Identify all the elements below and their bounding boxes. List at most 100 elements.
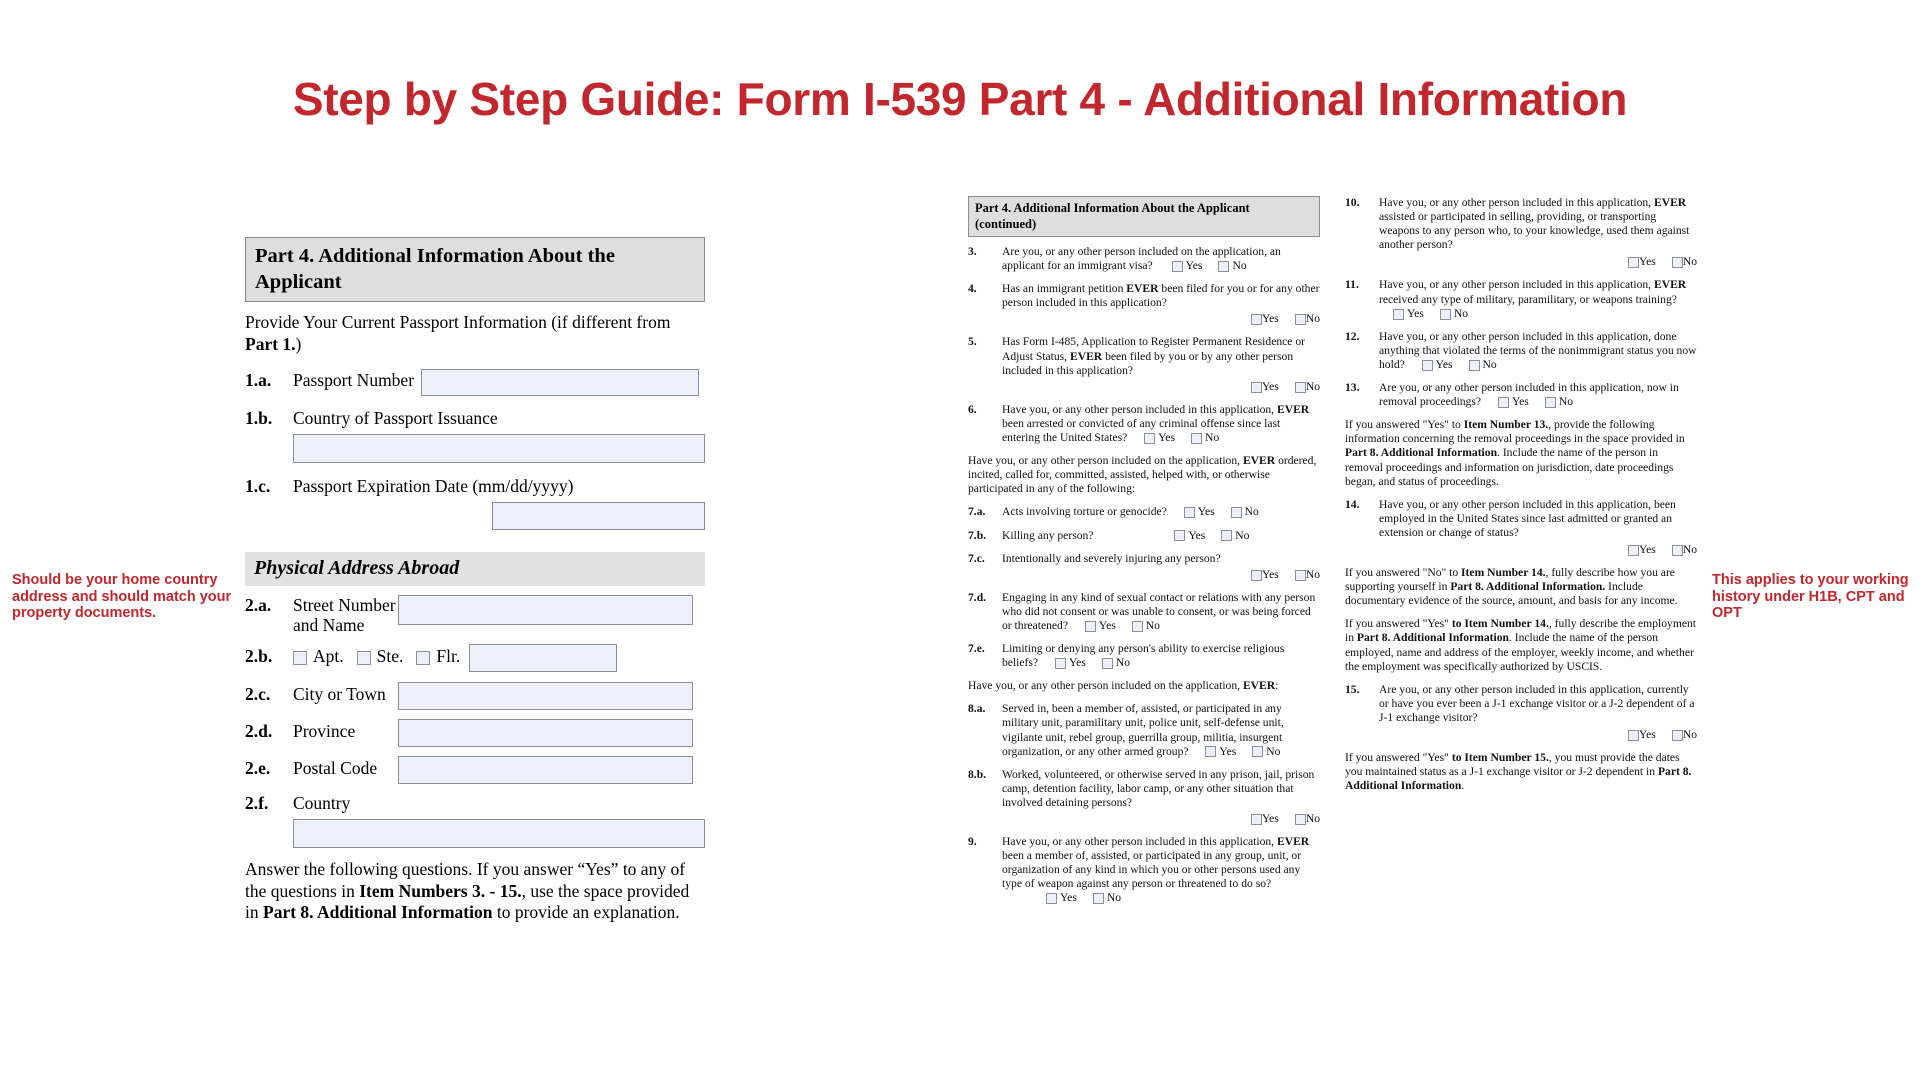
question-3-no-checkbox[interactable] [1218, 260, 1230, 272]
para-13-t1: If you answered "Yes" to [1345, 418, 1464, 432]
question-6-no-checkbox[interactable] [1191, 432, 1203, 444]
question-13-no-checkbox[interactable] [1544, 396, 1556, 408]
question-7a-text: Acts involving torture or genocide? Yes N… [1002, 505, 1320, 519]
question-12-yes-checkbox[interactable] [1421, 359, 1433, 371]
question-7e-yes-checkbox[interactable] [1054, 658, 1066, 669]
item-number-1b: 1.b. [245, 408, 273, 428]
para-14yes-t1: If you answered "Yes" [1345, 617, 1452, 631]
question-7b-yesno: Yes No [1174, 529, 1249, 543]
question-7d-text: Engaging in any kind of sexual contact o… [1002, 591, 1320, 633]
question-11-yes-checkbox[interactable] [1393, 308, 1404, 320]
para-14yes-b1: to Item Number 14. [1451, 617, 1549, 631]
question-15-yes-label: Yes [1638, 728, 1656, 741]
question-13-yes-checkbox[interactable] [1497, 396, 1509, 408]
question-12-no-checkbox[interactable] [1468, 359, 1480, 371]
annotation-right: This applies to your working history und… [1712, 572, 1909, 621]
question-9-text: Have you, or any other person included i… [1002, 835, 1320, 905]
question-7a-yes-checkbox[interactable] [1183, 507, 1195, 519]
question-7a: 7.a. Acts involving torture or genocide?… [968, 505, 1320, 519]
question-8b-no-checkbox[interactable] [1294, 813, 1306, 825]
form-row-2d: 2.d. Province [245, 719, 705, 747]
question-8b-yes-label: Yes [1261, 812, 1279, 825]
question-9-no-label: No [1106, 891, 1122, 905]
question-15-no-checkbox[interactable] [1671, 729, 1683, 741]
question-10-bold: EVER [1653, 196, 1687, 209]
question-3-number: 3. [968, 245, 977, 258]
question-10-no-checkbox[interactable] [1671, 257, 1683, 269]
ste-checkbox[interactable] [356, 651, 371, 665]
question-15-yes-checkbox[interactable] [1627, 729, 1639, 741]
question-8a-yesno: Yes No [1205, 745, 1280, 759]
left-closing-t3: to provide an explanation. [492, 902, 680, 922]
postal-code-input[interactable] [398, 756, 693, 784]
question-10-yes-label: Yes [1638, 255, 1656, 269]
question-7b-no-label: No [1235, 528, 1250, 542]
middle-section-header: Part 4. Additional Information About the… [968, 196, 1320, 237]
question-4-number: 4. [968, 282, 977, 296]
left-intro-text-2: ) [295, 333, 302, 354]
question-6-no-label: No [1205, 431, 1220, 445]
question-7e-number: 7.e. [968, 642, 985, 656]
question-7d-yes-checkbox[interactable] [1084, 620, 1096, 632]
para-14no-b2: Part 8. Additional Information. [1450, 580, 1606, 594]
question-3-yes-checkbox[interactable] [1171, 260, 1183, 272]
question-9-yes-checkbox[interactable] [1046, 893, 1057, 905]
question-8b-no-label: No [1305, 812, 1320, 825]
lead-in-8-pre: Have you, or any other person included o… [968, 679, 1243, 693]
question-4-yes-checkbox[interactable] [1250, 314, 1262, 326]
question-7e-body: Limiting or denying any person's ability… [1002, 642, 1285, 670]
paragraph-item-15: If you answered "Yes" to Item Number 15.… [1345, 751, 1697, 793]
flr-checkbox[interactable] [416, 651, 431, 665]
question-8a-yes-label: Yes [1219, 744, 1237, 758]
question-10-number: 10. [1345, 196, 1360, 209]
question-7b-text: Killing any person? Yes No [1002, 529, 1320, 543]
ste-label: Ste. [376, 645, 404, 666]
para-14no-t1: If you answered "No" to [1345, 566, 1462, 580]
item-label-2e: Postal Code [293, 757, 378, 778]
question-7c-yes-label: Yes [1261, 567, 1279, 581]
question-7c: 7.c. Intentionally and severely injuring… [968, 552, 1320, 582]
question-4-no-label: No [1305, 312, 1320, 326]
question-10-text: Have you, or any other person included i… [1379, 196, 1697, 252]
question-8a-no-checkbox[interactable] [1252, 746, 1264, 758]
city-or-town-input[interactable] [398, 682, 693, 710]
item-label-2d: Province [293, 720, 356, 741]
question-7c-no-checkbox[interactable] [1294, 569, 1306, 581]
province-input[interactable] [398, 719, 693, 747]
question-6-yes-checkbox[interactable] [1144, 432, 1156, 444]
country-of-issuance-input[interactable] [293, 434, 705, 463]
question-7d-no-checkbox[interactable] [1131, 620, 1143, 632]
question-7b-yes-checkbox[interactable] [1174, 530, 1186, 542]
question-8b-yes-checkbox[interactable] [1250, 813, 1262, 825]
question-8a-text: Served in, been a member of, assisted, o… [1002, 702, 1320, 758]
question-9-no-checkbox[interactable] [1092, 893, 1104, 905]
question-8a-yes-checkbox[interactable] [1205, 746, 1217, 758]
country-input[interactable] [293, 819, 705, 848]
passport-expiration-date-input[interactable] [492, 502, 705, 530]
question-5-no-checkbox[interactable] [1294, 381, 1306, 393]
question-14-yes-checkbox[interactable] [1627, 544, 1639, 556]
question-3-yes-label: Yes [1185, 259, 1203, 273]
left-intro-text-1: Provide Your Current Passport Informatio… [245, 312, 671, 332]
question-15: 15. Are you, or any other person include… [1345, 683, 1697, 742]
street-number-and-name-input[interactable] [398, 595, 693, 625]
question-6: 6. Have you, or any other person include… [968, 403, 1320, 445]
question-4-no-checkbox[interactable] [1294, 314, 1306, 326]
question-6-yes-label: Yes [1158, 431, 1176, 445]
question-5-yes-checkbox[interactable] [1250, 381, 1262, 393]
question-7b-no-checkbox[interactable] [1221, 530, 1233, 542]
question-14-no-checkbox[interactable] [1671, 544, 1683, 556]
question-8a: 8.a. Served in, been a member of, assist… [968, 702, 1320, 758]
question-11-pre: Have you, or any other person included i… [1379, 278, 1654, 292]
question-7c-yesno: Yes No [968, 568, 1320, 582]
question-7c-yes-checkbox[interactable] [1250, 569, 1262, 581]
question-11-no-checkbox[interactable] [1439, 308, 1451, 320]
question-7e-no-checkbox[interactable] [1101, 658, 1113, 669]
apt-ste-flr-number-input[interactable] [469, 644, 618, 672]
question-10-yes-checkbox[interactable] [1627, 257, 1639, 269]
question-7a-no-checkbox[interactable] [1230, 507, 1242, 519]
passport-number-input[interactable] [421, 369, 699, 396]
question-7b-yes-label: Yes [1188, 528, 1206, 542]
page-title: Step by Step Guide: Form I-539 Part 4 - … [292, 73, 1628, 125]
apt-checkbox[interactable] [293, 651, 307, 665]
